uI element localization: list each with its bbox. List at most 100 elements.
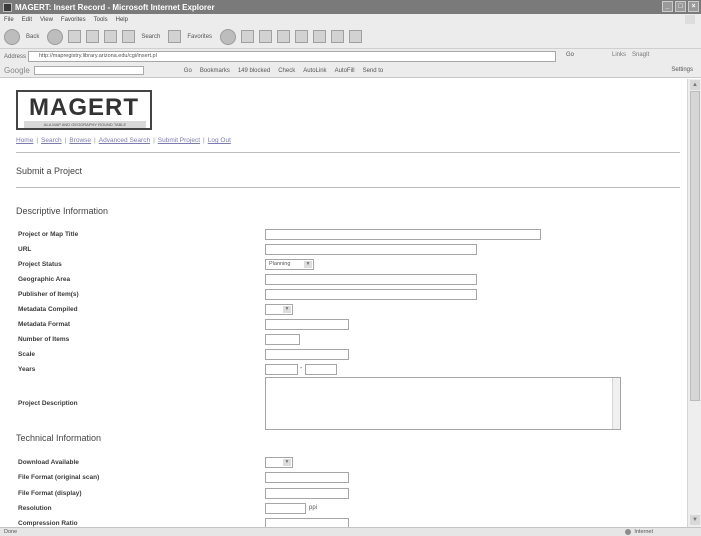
chevron-down-icon: ▼ bbox=[283, 306, 291, 313]
logo-subtitle: ALA MAP AND GEOGRAPHY ROUND TABLE bbox=[24, 121, 146, 128]
google-bookmarks-button[interactable]: Bookmarks bbox=[200, 68, 230, 74]
minimize-button[interactable]: _ bbox=[662, 1, 673, 12]
page-viewport: MAGERT ALA MAP AND GEOGRAPHY ROUND TABLE… bbox=[0, 79, 687, 527]
maximize-button[interactable]: □ bbox=[675, 1, 686, 12]
google-popup-blocked[interactable]: 149 blocked bbox=[238, 68, 270, 74]
mail-icon[interactable] bbox=[241, 30, 255, 43]
metadata-format-label: Metadata Format bbox=[18, 321, 71, 328]
publisher-input[interactable] bbox=[265, 289, 477, 300]
menu-edit[interactable]: Edit bbox=[22, 17, 32, 23]
scroll-thumb[interactable] bbox=[690, 91, 700, 401]
magert-logo: MAGERT ALA MAP AND GEOGRAPHY ROUND TABLE bbox=[16, 90, 152, 130]
back-button-label[interactable]: Back bbox=[26, 34, 39, 40]
resolution-input[interactable] bbox=[265, 503, 306, 514]
close-button[interactable]: × bbox=[688, 1, 699, 12]
forward-arrow-icon[interactable] bbox=[47, 28, 64, 45]
back-arrow-icon[interactable] bbox=[4, 28, 20, 45]
project-description-textarea[interactable] bbox=[265, 377, 621, 430]
project-status-select[interactable]: Planning ▼ bbox=[265, 259, 314, 270]
years-start-input[interactable] bbox=[265, 364, 298, 375]
address-input[interactable]: http://mapregistry.library.arizona.edu/c… bbox=[28, 51, 556, 62]
project-description-label: Project Description bbox=[18, 400, 78, 407]
divider bbox=[16, 187, 680, 188]
browser-toolbar: Back Search Favorites bbox=[0, 25, 701, 49]
page-scrollbar[interactable]: ▲ ▼ bbox=[687, 79, 701, 527]
snagit-button[interactable]: SnagIt bbox=[632, 52, 649, 58]
google-toolbar: Google Go Bookmarks 149 blocked Check Au… bbox=[0, 64, 701, 78]
window-title: MAGERT: Insert Record - Microsoft Intern… bbox=[15, 2, 215, 12]
go-button[interactable]: Go bbox=[566, 52, 574, 58]
file-format-original-input[interactable] bbox=[265, 472, 349, 483]
nav-submit-project[interactable]: Submit Project bbox=[158, 137, 200, 144]
nav-search[interactable]: Search bbox=[41, 137, 62, 144]
search-icon[interactable] bbox=[122, 30, 136, 43]
section-descriptive-heading: Descriptive Information bbox=[16, 206, 109, 216]
status-text: Done bbox=[4, 529, 18, 535]
address-bar: Address http://mapregistry.library.arizo… bbox=[0, 49, 701, 64]
menu-help[interactable]: Help bbox=[116, 17, 128, 23]
years-end-input[interactable] bbox=[305, 364, 337, 375]
compression-ratio-input[interactable] bbox=[265, 518, 349, 527]
metadata-compiled-select[interactable]: ▼ bbox=[265, 304, 293, 315]
file-format-display-label: File Format (display) bbox=[18, 490, 82, 497]
years-label: Years bbox=[18, 366, 36, 373]
home-icon[interactable] bbox=[104, 30, 118, 43]
print-icon[interactable] bbox=[259, 30, 273, 43]
bookmark-icon[interactable] bbox=[349, 30, 363, 43]
menu-view[interactable]: View bbox=[40, 17, 53, 23]
google-go-button[interactable]: Go bbox=[184, 68, 192, 74]
google-right: Settings bbox=[671, 67, 693, 73]
zone-text: Internet bbox=[634, 529, 653, 535]
metadata-compiled-label: Metadata Compiled bbox=[18, 306, 78, 313]
edit-icon[interactable] bbox=[277, 30, 291, 43]
google-check-button[interactable]: Check bbox=[278, 68, 295, 74]
menu-file[interactable]: File bbox=[4, 17, 14, 23]
menu-favorites[interactable]: Favorites bbox=[61, 17, 86, 23]
file-format-display-input[interactable] bbox=[265, 488, 349, 499]
download-available-label: Download Available bbox=[18, 459, 79, 466]
menu-tools[interactable]: Tools bbox=[94, 17, 108, 23]
discuss-icon[interactable] bbox=[295, 30, 309, 43]
scale-input[interactable] bbox=[265, 349, 349, 360]
scroll-down-icon[interactable]: ▼ bbox=[690, 515, 700, 525]
google-autolink-button[interactable]: AutoLink bbox=[303, 68, 326, 74]
ie-icon bbox=[3, 2, 12, 12]
publisher-label: Publisher of Item(s) bbox=[18, 291, 79, 298]
section-technical-heading: Technical Information bbox=[16, 433, 102, 443]
stop-icon[interactable] bbox=[68, 30, 82, 43]
nav-browse[interactable]: Browse bbox=[69, 137, 91, 144]
logo-text: MAGERT bbox=[29, 94, 139, 121]
messenger-icon[interactable] bbox=[331, 30, 345, 43]
search-button-label[interactable]: Search bbox=[141, 34, 160, 40]
years-separator: - bbox=[300, 365, 303, 372]
metadata-format-input[interactable] bbox=[265, 319, 349, 330]
number-of-items-label: Number of Items bbox=[18, 336, 70, 343]
history-icon[interactable] bbox=[220, 28, 237, 45]
geographic-area-input[interactable] bbox=[265, 274, 477, 285]
nav-advanced-search[interactable]: Advanced Search bbox=[99, 137, 150, 144]
research-icon[interactable] bbox=[313, 30, 327, 43]
project-status-value: Planning bbox=[269, 261, 291, 267]
google-sendto-button[interactable]: Send to bbox=[363, 68, 384, 74]
project-title-input[interactable] bbox=[265, 229, 541, 240]
chevron-down-icon: ▼ bbox=[283, 459, 291, 466]
address-extras: Links SnagIt bbox=[612, 52, 649, 58]
windows-flag-icon bbox=[685, 15, 695, 24]
download-available-select[interactable]: ▼ bbox=[265, 457, 293, 468]
globe-icon bbox=[625, 529, 632, 535]
nav-log-out[interactable]: Log Out bbox=[208, 137, 231, 144]
google-search-input[interactable] bbox=[33, 66, 144, 75]
textarea-scrollbar[interactable] bbox=[612, 378, 620, 429]
url-input[interactable] bbox=[265, 244, 477, 255]
scroll-up-icon[interactable]: ▲ bbox=[690, 80, 700, 90]
favorites-button-label[interactable]: Favorites bbox=[187, 34, 212, 40]
favorites-star-icon[interactable] bbox=[168, 30, 182, 43]
refresh-icon[interactable] bbox=[86, 30, 100, 43]
page-title: Submit a Project bbox=[16, 166, 83, 176]
google-autofill-button[interactable]: AutoFill bbox=[335, 68, 355, 74]
number-of-items-input[interactable] bbox=[265, 334, 300, 345]
google-settings-button[interactable]: Settings bbox=[671, 67, 693, 73]
nav-home[interactable]: Home bbox=[16, 137, 33, 144]
url-label: URL bbox=[18, 246, 32, 253]
links-button[interactable]: Links bbox=[612, 52, 626, 58]
